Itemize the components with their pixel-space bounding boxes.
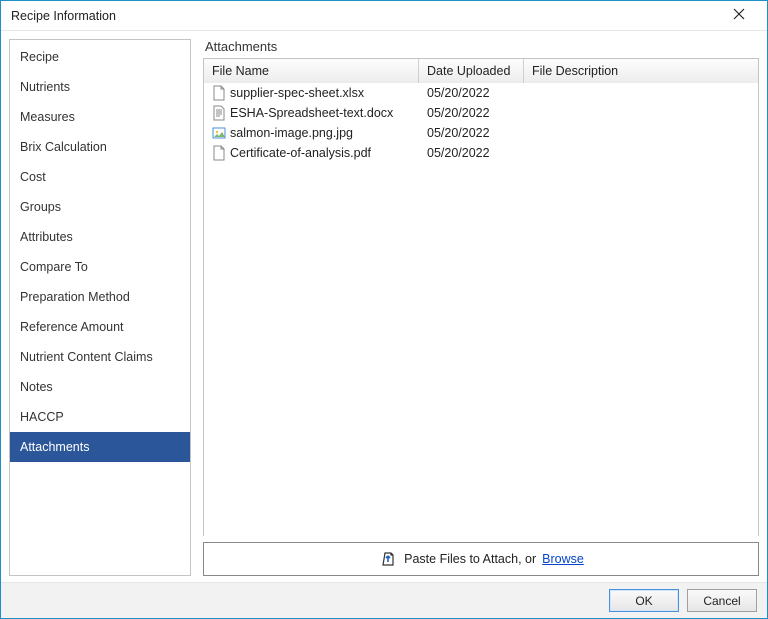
doc-file-icon: [212, 105, 226, 121]
dialog-window: Recipe Information RecipeNutrientsMeasur…: [0, 0, 768, 619]
sidebar-item-measures[interactable]: Measures: [10, 102, 190, 132]
sidebar-item-nutrients[interactable]: Nutrients: [10, 72, 190, 102]
cell-date-uploaded: 05/20/2022: [419, 126, 524, 140]
sidebar-item-compare-to[interactable]: Compare To: [10, 252, 190, 282]
cell-file-name: salmon-image.png.jpg: [204, 125, 419, 141]
table-row[interactable]: salmon-image.png.jpg 05/20/2022: [204, 123, 758, 143]
close-button[interactable]: [719, 2, 759, 30]
section-title: Attachments: [203, 39, 759, 54]
cell-date-uploaded: 05/20/2022: [419, 146, 524, 160]
file-file-icon: [212, 145, 226, 161]
upload-icon: [378, 549, 398, 569]
sidebar-item-recipe[interactable]: Recipe: [10, 42, 190, 72]
ok-button[interactable]: OK: [609, 589, 679, 612]
sidebar-item-attachments[interactable]: Attachments: [10, 432, 190, 462]
sidebar-item-attributes[interactable]: Attributes: [10, 222, 190, 252]
sidebar-item-brix-calculation[interactable]: Brix Calculation: [10, 132, 190, 162]
sidebar-item-reference-amount[interactable]: Reference Amount: [10, 312, 190, 342]
dialog-footer: OK Cancel: [1, 582, 767, 618]
sidebar-item-preparation-method[interactable]: Preparation Method: [10, 282, 190, 312]
file-name-text: Certificate-of-analysis.pdf: [230, 146, 371, 160]
dialog-body: RecipeNutrientsMeasuresBrix CalculationC…: [1, 31, 767, 582]
cell-date-uploaded: 05/20/2022: [419, 106, 524, 120]
sidebar: RecipeNutrientsMeasuresBrix CalculationC…: [9, 39, 191, 576]
image-file-icon: [212, 125, 226, 141]
sidebar-item-cost[interactable]: Cost: [10, 162, 190, 192]
attachments-table: File Name Date Uploaded File Description…: [203, 58, 759, 536]
file-file-icon: [212, 85, 226, 101]
col-file-description[interactable]: File Description: [524, 59, 758, 83]
sidebar-item-groups[interactable]: Groups: [10, 192, 190, 222]
cell-file-name: supplier-spec-sheet.xlsx: [204, 85, 419, 101]
dropzone-text: Paste Files to Attach, or: [404, 552, 536, 566]
close-icon: [733, 7, 745, 24]
sidebar-item-nutrient-content-claims[interactable]: Nutrient Content Claims: [10, 342, 190, 372]
cancel-button[interactable]: Cancel: [687, 589, 757, 612]
window-title: Recipe Information: [11, 9, 719, 23]
col-file-name[interactable]: File Name: [204, 59, 419, 83]
titlebar: Recipe Information: [1, 1, 767, 31]
main-panel: Attachments File Name Date Uploaded File…: [203, 39, 759, 576]
browse-link[interactable]: Browse: [542, 552, 584, 566]
table-row[interactable]: ESHA-Spreadsheet-text.docx 05/20/2022: [204, 103, 758, 123]
table-header: File Name Date Uploaded File Description: [204, 59, 758, 83]
table-row[interactable]: Certificate-of-analysis.pdf 05/20/2022: [204, 143, 758, 163]
col-date-uploaded[interactable]: Date Uploaded: [419, 59, 524, 83]
sidebar-item-notes[interactable]: Notes: [10, 372, 190, 402]
file-name-text: ESHA-Spreadsheet-text.docx: [230, 106, 393, 120]
file-name-text: salmon-image.png.jpg: [230, 126, 353, 140]
cell-file-name: ESHA-Spreadsheet-text.docx: [204, 105, 419, 121]
sidebar-item-haccp[interactable]: HACCP: [10, 402, 190, 432]
table-body: supplier-spec-sheet.xlsx05/20/2022ESHA-S…: [204, 83, 758, 536]
cell-file-name: Certificate-of-analysis.pdf: [204, 145, 419, 161]
dropzone[interactable]: Paste Files to Attach, or Browse: [203, 542, 759, 576]
table-row[interactable]: supplier-spec-sheet.xlsx 05/20/2022: [204, 83, 758, 103]
cell-date-uploaded: 05/20/2022: [419, 86, 524, 100]
file-name-text: supplier-spec-sheet.xlsx: [230, 86, 364, 100]
